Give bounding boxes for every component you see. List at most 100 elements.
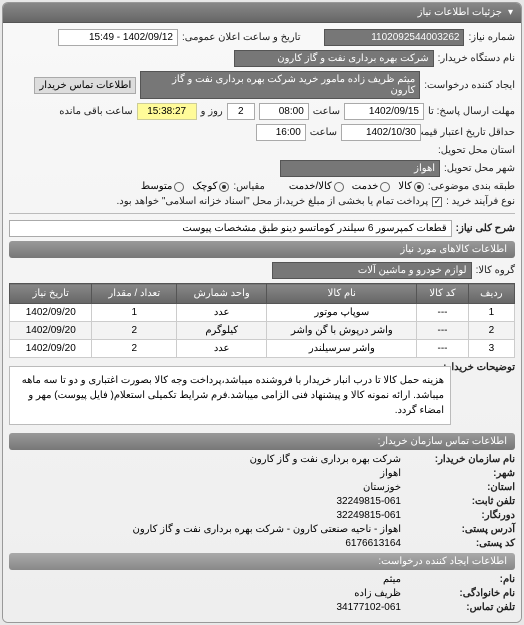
days-remain-suffix: روز و <box>201 106 223 117</box>
time-label-2: ساعت <box>310 127 337 138</box>
purchase-type-note: پرداخت تمام یا بخشی از مبلغ خرید،از محل … <box>117 196 429 207</box>
device-name-label: نام دستگاه خریدار: <box>438 53 515 64</box>
phone-label: تلفن ثابت: <box>405 496 515 507</box>
postal-value: اهواز - ناحیه صنعتی کارون - شرکت بهره بر… <box>133 524 401 535</box>
creator-section-header: اطلاعات ایجاد کننده درخواست: <box>9 553 515 570</box>
days-remain: 2 <box>227 103 255 120</box>
cell-date: 1402/09/20 <box>10 340 92 358</box>
contact-section-header: اطلاعات تماس سازمان خریدار: <box>9 433 515 450</box>
col-row: ردیف <box>468 284 514 304</box>
org-label: نام سازمان خریدار: <box>405 454 515 465</box>
tel-label: تلفن تماس: <box>405 602 515 613</box>
validity-time: 16:00 <box>256 124 306 141</box>
delivery-province-label: استان محل تحویل: <box>438 145 515 156</box>
need-details-panel: ▾ جزئیات اطلاعات نیاز شماره نیاز: 110209… <box>2 2 522 623</box>
panel-title: جزئیات اطلاعات نیاز <box>418 7 502 18</box>
radio-medium[interactable]: متوسط <box>141 181 184 192</box>
validity-date: 1402/10/30 <box>341 124 421 141</box>
table-row[interactable]: 3---واشر سرسیلندرعدد21402/09/20 <box>10 340 515 358</box>
explain-text: هزینه حمل کالا تا درب انبار خریدار با فر… <box>9 366 451 425</box>
delivery-city: اهواز <box>280 160 440 177</box>
radio-dot-icon <box>414 182 424 192</box>
group-value: لوازم خودرو و ماشین آلات <box>272 262 472 279</box>
validity-label: حداقل تاریخ اعتبار قیمت: تا تاریخ: <box>425 127 515 138</box>
col-unit: واحد شمارش <box>177 284 267 304</box>
countdown-suffix: ساعت باقی مانده <box>59 106 132 117</box>
cell-name: واشر سرسیلندر <box>267 340 417 358</box>
group-label: گروه کالا: <box>476 265 515 276</box>
radio-dot-icon <box>174 182 184 192</box>
panel-header[interactable]: ▾ جزئیات اطلاعات نیاز <box>3 3 521 23</box>
cell-qty: 1 <box>92 304 177 322</box>
radio-service[interactable]: خدمت <box>352 181 391 192</box>
radio-small[interactable]: کوچک <box>192 181 229 192</box>
postal-label: آدرس پستی: <box>405 524 515 535</box>
province-value: خوزستان <box>363 482 401 493</box>
col-name: نام کالا <box>267 284 417 304</box>
radio-dot-icon <box>219 182 229 192</box>
treasury-checkbox[interactable] <box>432 197 442 207</box>
cell-code: --- <box>417 322 468 340</box>
scale-label: مقیاس: <box>233 181 264 192</box>
chevron-down-icon: ▾ <box>508 7 513 18</box>
package-radio-group: کالا خدمت کالا/خدمت <box>289 181 424 192</box>
reply-time: 08:00 <box>259 103 309 120</box>
table-row[interactable]: 2---واشر درپوش با گن واشرکیلوگرم21402/09… <box>10 322 515 340</box>
cell-name: واشر درپوش با گن واشر <box>267 322 417 340</box>
cell-unit: عدد <box>177 304 267 322</box>
cell-date: 1402/09/20 <box>10 322 92 340</box>
city-value: اهواز <box>380 468 401 479</box>
cell-n: 2 <box>468 322 514 340</box>
fax-value: 32249815-061 <box>336 510 401 521</box>
contact-info-list: نام سازمان خریدار: شرکت بهره برداری نفت و… <box>9 454 515 549</box>
province-label: استان: <box>405 482 515 493</box>
package-label: طبقه بندی موضوعی: <box>428 181 515 192</box>
device-name-value: شرکت بهره برداری نفت و گاز کارون <box>234 50 434 67</box>
radio-goods-service[interactable]: کالا/خدمت <box>289 181 344 192</box>
phone-value: 32249815-061 <box>336 496 401 507</box>
table-row[interactable]: 1---سوپاپ موتورعدد11402/09/20 <box>10 304 515 322</box>
scale-radio-group: کوچک متوسط <box>141 181 229 192</box>
delivery-city-label: شهر محل تحویل: <box>444 163 515 174</box>
radio-dot-icon <box>334 182 344 192</box>
need-title-label: شرح کلی نیاز: <box>456 223 515 234</box>
items-table: ردیف کد کالا نام کالا واحد شمارش تعداد /… <box>9 283 515 358</box>
cell-unit: کیلوگرم <box>177 322 267 340</box>
reply-deadline-label: مهلت ارسال پاسخ: تا <box>428 106 515 117</box>
cell-name: سوپاپ موتور <box>267 304 417 322</box>
purchase-type-label: نوع فرآیند خرید : <box>446 196 515 207</box>
lname-label: نام خانوادگی: <box>405 588 515 599</box>
zip-value: 6176613164 <box>345 538 401 549</box>
cell-n: 3 <box>468 340 514 358</box>
reply-date: 1402/09/15 <box>344 103 424 120</box>
cell-unit: عدد <box>177 340 267 358</box>
zip-label: کد پستی: <box>405 538 515 549</box>
announce-date-label: تاریخ و ساعت اعلان عمومی: <box>182 32 301 43</box>
col-code: کد کالا <box>417 284 468 304</box>
radio-goods[interactable]: کالا <box>398 181 424 192</box>
requester-value: میثم ظریف زاده مامور خرید شرکت بهره بردا… <box>140 71 420 99</box>
countdown: 15:38:27 <box>137 103 197 120</box>
org-value: شرکت بهره برداری نفت و گاز کارون <box>250 454 401 465</box>
cell-code: --- <box>417 304 468 322</box>
cell-n: 1 <box>468 304 514 322</box>
tel-value: 34177102-061 <box>336 602 401 613</box>
req-no-label: شماره نیاز: <box>468 32 515 43</box>
col-qty: تعداد / مقدار <box>92 284 177 304</box>
need-title-text: قطعات کمپرسور 6 سیلندر کوماتسو دینو طبق … <box>9 220 452 237</box>
radio-dot-icon <box>380 182 390 192</box>
cell-qty: 2 <box>92 340 177 358</box>
col-date: تاریخ نیاز <box>10 284 92 304</box>
req-no-value: 1102092544003262 <box>324 29 464 46</box>
goods-section-header: اطلاعات کالاهای مورد نیاز <box>9 241 515 258</box>
cell-qty: 2 <box>92 322 177 340</box>
table-header-row: ردیف کد کالا نام کالا واحد شمارش تعداد /… <box>10 284 515 304</box>
explain-label: توضیحات خریدار: <box>455 362 515 373</box>
creator-info-list: نام:میثم نام خانوادگی:ظریف زاده تلفن تما… <box>9 574 515 613</box>
fax-label: دورنگار: <box>405 510 515 521</box>
requester-label: ایجاد کننده درخواست: <box>424 80 515 91</box>
announce-date-value: 1402/09/12 - 15:49 <box>58 29 178 46</box>
lname-value: ظریف زاده <box>354 588 401 599</box>
contact-buyer-button[interactable]: اطلاعات تماس خریدار <box>34 77 136 94</box>
cell-date: 1402/09/20 <box>10 304 92 322</box>
